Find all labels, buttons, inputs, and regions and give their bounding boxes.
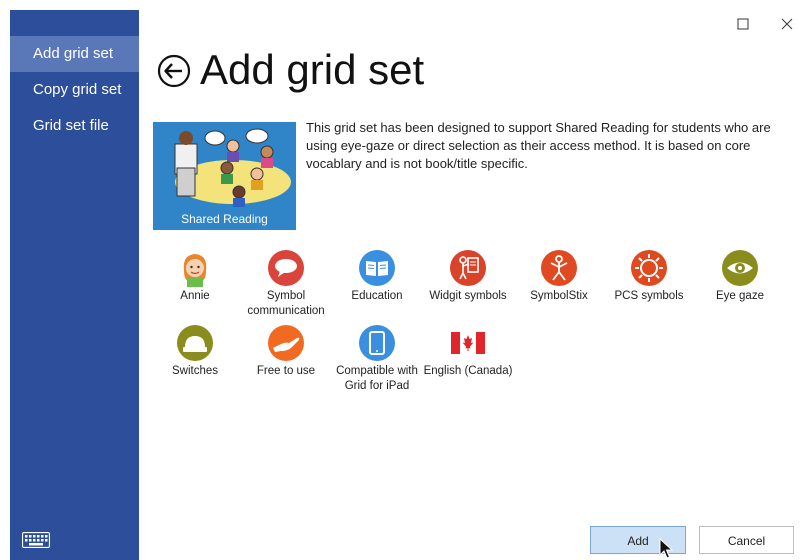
tag-symbolstix: SymbolStix [513,249,605,304]
canada-flag-icon [451,332,485,354]
tag-compatible-ipad: Compatible with Grid for iPad [331,324,423,394]
gridset-description: This grid set has been designed to suppo… [306,120,771,171]
sidebar-item-add-grid-set[interactable]: Add grid set [10,36,139,72]
thumbnail-caption: Shared Reading [181,212,268,226]
tag-eye-gaze: Eye gaze [694,249,786,304]
window-edge [0,0,10,560]
book-icon [359,250,395,286]
maximize-icon[interactable] [733,14,753,34]
keyboard-icon[interactable] [22,532,50,548]
tag-annie: Annie [149,249,241,304]
tag-free-to-use: Free to use [240,324,332,379]
ipad-icon [359,325,395,361]
sidebar-item-copy-grid-set[interactable]: Copy grid set [10,72,139,108]
gridset-thumbnail: Shared Reading [153,122,296,230]
eye-icon [722,250,758,286]
sidebar-item-grid-set-file[interactable]: Grid set file [10,108,139,144]
pcs-icon [631,250,667,286]
switch-icon [177,325,213,361]
tag-english-canada: English (Canada) [422,324,514,379]
tag-pcs-symbols: PCS symbols [603,249,695,304]
tag-symbol-communication: Symbol communication [240,249,332,319]
tag-widgit-symbols: Widgit symbols [422,249,514,304]
mouse-cursor-icon [659,538,674,559]
page-title: Add grid set [200,46,425,93]
shared-reading-illustration [174,128,291,207]
cancel-button[interactable]: Cancel [699,526,794,554]
widgit-icon [450,250,486,286]
back-arrow-icon[interactable] [157,54,191,88]
annie-icon [183,254,207,287]
speech-bubble-icon [268,250,304,286]
hand-icon [268,325,304,361]
tag-education: Education [331,249,423,304]
symbolstix-icon [541,250,577,286]
sidebar: Add grid set Copy grid set Grid set file [10,10,139,560]
close-icon[interactable] [777,14,797,34]
tag-switches: Switches [149,324,241,379]
